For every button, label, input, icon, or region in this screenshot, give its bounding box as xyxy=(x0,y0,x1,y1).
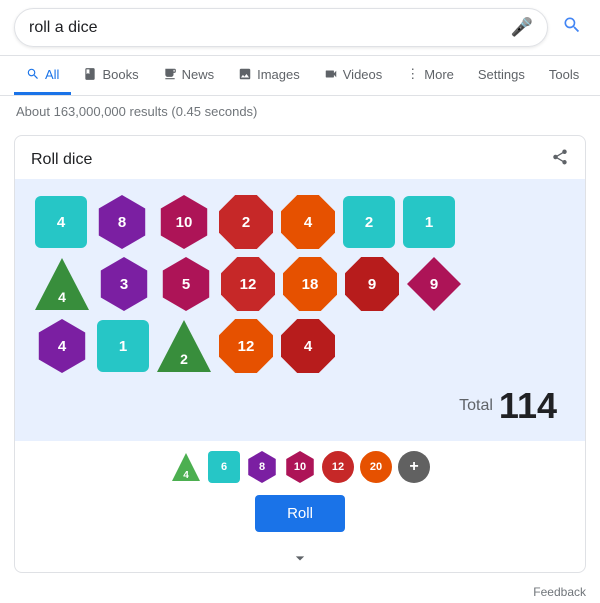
mic-icon[interactable]: 🎤 xyxy=(511,17,533,38)
select-d8[interactable]: 8 xyxy=(246,451,278,483)
die-2-4[interactable]: 12 xyxy=(221,257,275,311)
roll-dice-widget: Roll dice 4 8 10 xyxy=(14,135,586,573)
roll-button-container: Roll xyxy=(15,491,585,544)
dice-row-1: 4 8 10 2 4 2 xyxy=(35,195,565,249)
tools-link[interactable]: Tools xyxy=(537,57,591,95)
die-1-2[interactable]: 8 xyxy=(95,195,149,249)
nav-tabs: All Books News Images Videos ⋮ More Sett… xyxy=(0,56,600,96)
select-d10[interactable]: 10 xyxy=(284,451,316,483)
total-value: 114 xyxy=(499,385,557,427)
results-count: About 163,000,000 results (0.45 seconds) xyxy=(0,96,600,127)
die-1-5[interactable]: 4 xyxy=(281,195,335,249)
total-area: Total 114 xyxy=(35,381,565,431)
roll-button[interactable]: Roll xyxy=(255,495,345,532)
die-2-3[interactable]: 5 xyxy=(159,257,213,311)
widget-header: Roll dice xyxy=(15,136,585,179)
select-d6[interactable]: 6 xyxy=(208,451,240,483)
share-icon[interactable] xyxy=(551,148,569,171)
die-2-6[interactable]: 9 xyxy=(345,257,399,311)
dice-area: 4 8 10 2 4 2 xyxy=(15,179,585,441)
expand-icon[interactable] xyxy=(15,544,585,572)
dice-row-2: 4 3 5 12 18 9 xyxy=(35,257,565,311)
die-3-4[interactable]: 12 xyxy=(219,319,273,373)
die-2-1[interactable]: 4 xyxy=(35,257,89,311)
die-1-3[interactable]: 10 xyxy=(157,195,211,249)
dice-row-3: 4 1 2 12 4 xyxy=(35,319,565,373)
search-input-wrapper: roll a dice 🎤 xyxy=(14,8,548,47)
total-label: Total xyxy=(459,397,493,415)
die-1-6[interactable]: 2 xyxy=(343,196,395,248)
search-button[interactable] xyxy=(558,15,586,41)
nav-right: Settings Tools xyxy=(466,57,591,95)
dice-selector: 4 6 8 10 12 20 + xyxy=(15,441,585,491)
die-1-1[interactable]: 4 xyxy=(35,196,87,248)
die-3-5[interactable]: 4 xyxy=(281,319,335,373)
search-input[interactable]: roll a dice xyxy=(29,19,503,37)
tab-more[interactable]: ⋮ More xyxy=(394,56,466,95)
die-2-7[interactable]: 9 xyxy=(407,257,461,311)
tab-all[interactable]: All xyxy=(14,57,71,95)
die-1-7[interactable]: 1 xyxy=(403,196,455,248)
die-3-3[interactable]: 2 xyxy=(157,319,211,373)
dice-grid: 4 8 10 2 4 2 xyxy=(35,195,565,373)
select-d12[interactable]: 12 xyxy=(322,451,354,483)
widget-title: Roll dice xyxy=(31,151,92,169)
tab-books[interactable]: Books xyxy=(71,57,150,95)
feedback-link[interactable]: Feedback xyxy=(533,585,586,599)
select-d20[interactable]: 20 xyxy=(360,451,392,483)
tab-news[interactable]: News xyxy=(151,57,227,95)
tab-images[interactable]: Images xyxy=(226,57,312,95)
die-1-4[interactable]: 2 xyxy=(219,195,273,249)
tab-videos[interactable]: Videos xyxy=(312,57,395,95)
settings-link[interactable]: Settings xyxy=(466,57,537,95)
add-die-button[interactable]: + xyxy=(398,451,430,483)
feedback-bar: Feedback xyxy=(0,581,600,603)
search-bar: roll a dice 🎤 xyxy=(0,0,600,56)
die-2-2[interactable]: 3 xyxy=(97,257,151,311)
die-2-5[interactable]: 18 xyxy=(283,257,337,311)
die-3-2[interactable]: 1 xyxy=(97,320,149,372)
select-d4[interactable]: 4 xyxy=(170,451,202,483)
die-3-1[interactable]: 4 xyxy=(35,319,89,373)
